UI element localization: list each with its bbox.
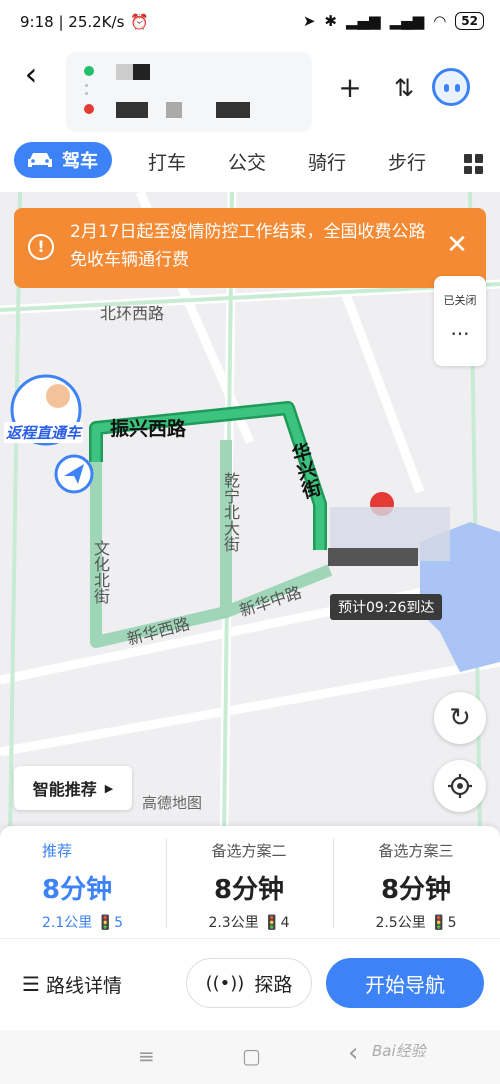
smart-recommend-label: 智能推荐 — [32, 780, 97, 799]
back-icon[interactable]: ‹ — [14, 58, 48, 92]
eta-label: 预计09:26到达 — [330, 594, 443, 620]
back-nav-icon[interactable]: ‹ — [348, 1038, 358, 1068]
notice-banner: 2月17日起至疫情防控工作结束，全国收费公路免收车辆通行费 — [14, 208, 486, 288]
probe-label: 探路 — [254, 973, 293, 996]
close-icon[interactable]: ✕ — [442, 230, 472, 260]
origin-text-redacted[interactable] — [116, 64, 150, 80]
tab-drive[interactable]: 驾车 — [14, 142, 112, 178]
route-lights: 5 — [114, 915, 124, 931]
tab-taxi[interactable]: 打车 — [148, 148, 186, 175]
origin-dot — [84, 66, 94, 76]
road-label: 文化北街 — [91, 540, 110, 604]
more-icon[interactable]: ··· — [434, 322, 486, 346]
dot-separator — [85, 84, 88, 87]
divider — [0, 938, 500, 939]
route-option[interactable]: 推荐 8分钟 2.1公里 🚦5 — [0, 826, 166, 938]
route-distance: 2.5公里 — [375, 915, 426, 931]
map-side-panel: 已关闭 ··· — [434, 276, 486, 366]
tab-drive-label: 驾车 — [62, 151, 98, 172]
route-distance: 2.3公里 — [208, 915, 259, 931]
traffic-light-icon: 🚦 — [263, 915, 281, 931]
road-label: 北环西路 — [100, 304, 165, 323]
route-time: 8分钟 — [42, 875, 113, 905]
amap-logo: 高德地图 — [142, 794, 203, 812]
alert-icon: ! — [28, 234, 54, 260]
list-icon: ☰ — [22, 972, 40, 996]
play-icon: ▶ — [104, 781, 114, 795]
route-time: 8分钟 — [213, 875, 285, 905]
route-title: 备选方案二 — [211, 842, 287, 860]
robot-eye — [455, 84, 460, 92]
wifi-icon: ◠ — [433, 12, 447, 30]
route-time: 8分钟 — [380, 875, 452, 905]
radar-icon: ((•)) — [205, 972, 245, 994]
watermark: Bai经验 — [372, 1042, 426, 1060]
robot-eye — [444, 84, 449, 92]
route-lights: 5 — [447, 915, 457, 931]
traffic-light-icon: 🚦 — [430, 915, 448, 931]
home-icon[interactable]: ▢ — [242, 1044, 261, 1068]
destination-text-redacted — [216, 102, 250, 118]
tab-transit[interactable]: 公交 — [228, 148, 266, 175]
route-option[interactable]: 备选方案二 8分钟 2.3公里 🚦4 — [166, 826, 332, 938]
destination-text-redacted[interactable] — [116, 102, 148, 118]
locate-icon[interactable] — [434, 760, 486, 812]
smart-recommend-button[interactable]: 智能推荐 ▶ — [14, 766, 132, 810]
plus-icon[interactable]: + — [330, 68, 370, 108]
map-canvas — [0, 192, 500, 838]
status-time: 9:18 | 25.2K/s — [20, 13, 125, 31]
swap-vertical-icon[interactable]: ⇅ — [384, 68, 424, 108]
route-detail-label: 路线详情 — [45, 974, 122, 997]
route-option[interactable]: 备选方案三 8分钟 2.5公里 🚦5 — [333, 826, 499, 938]
road-label: 振兴西路 — [110, 418, 187, 440]
tab-walk[interactable]: 步行 — [388, 148, 426, 175]
signal-icon-2: ▂▄▆ — [389, 12, 425, 30]
status-bar: 9:18 | 25.2K/s ⏰ ➤ ✱ ▂▄▆ ▂▄▆ ◠ 52 — [0, 0, 500, 46]
traffic-light-icon: 🚦 — [96, 915, 115, 931]
route-title: 推荐 — [42, 842, 73, 860]
route-input-box[interactable] — [66, 52, 312, 132]
refresh-icon[interactable]: ↻ — [434, 692, 486, 744]
grid-icon[interactable] — [464, 154, 484, 174]
signal-icon: ▂▄▆ — [345, 12, 381, 30]
route-lights: 4 — [280, 915, 290, 931]
menu-icon[interactable]: ≡ — [138, 1044, 155, 1068]
route-title: 备选方案三 — [378, 842, 454, 860]
robot-avatar-icon[interactable] — [432, 68, 470, 106]
route-detail-button[interactable]: ☰ 路线详情 — [22, 962, 122, 1006]
road-label: 乾宁北大街 — [221, 472, 240, 552]
route-header: ‹ + ⇅ — [0, 46, 500, 132]
grid-cell — [464, 154, 472, 163]
alarm-icon: ⏰ — [130, 13, 150, 31]
traffic-status[interactable]: 已关闭 — [434, 292, 486, 308]
start-navigation-button[interactable]: 开始导航 — [326, 958, 484, 1008]
car-icon — [28, 153, 52, 167]
grid-cell — [475, 165, 483, 174]
probe-button[interactable]: ((•)) 探路 — [186, 958, 312, 1008]
grid-cell — [464, 165, 472, 174]
destination-dot — [84, 104, 94, 114]
route-distance: 2.1公里 — [42, 915, 93, 931]
dot-separator — [85, 92, 88, 95]
map-view[interactable]: 北环西路 振兴西路 华兴街 乾宁北大街 文化北街 新华西路 新华中路 返程直通车… — [0, 192, 500, 838]
bluetooth-icon: ✱ — [324, 12, 337, 30]
grid-cell — [475, 154, 483, 163]
promo-label[interactable]: 返程直通车 — [4, 422, 84, 443]
destination-text-redacted — [166, 102, 182, 118]
battery-indicator: 52 — [455, 12, 484, 30]
location-icon: ➤ — [302, 12, 316, 30]
tab-bike[interactable]: 骑行 — [308, 148, 346, 175]
crosshair-icon — [448, 774, 472, 798]
